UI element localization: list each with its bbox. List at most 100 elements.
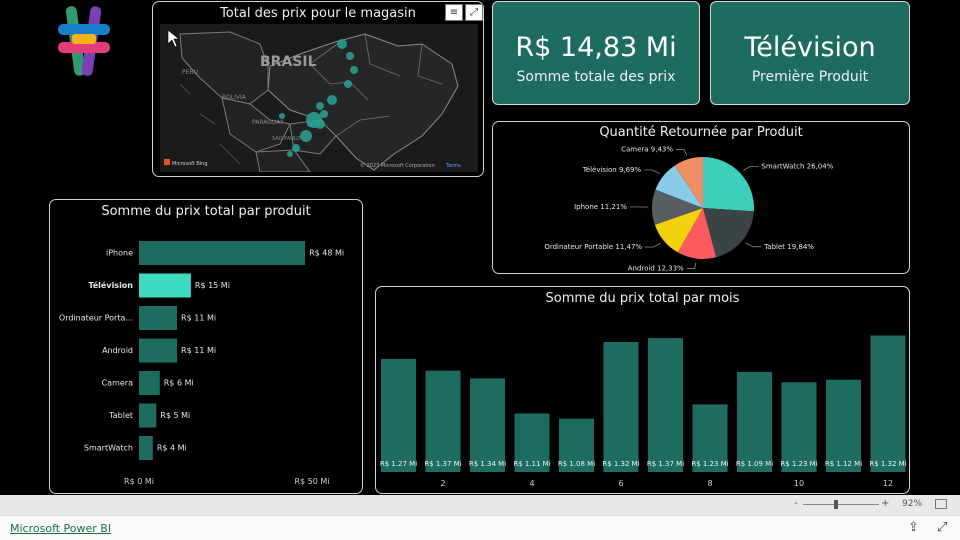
- fit-to-page-icon[interactable]: [935, 499, 947, 509]
- expand-icon[interactable]: ⤢: [465, 4, 483, 21]
- month-tick-2: 2: [440, 479, 445, 488]
- month-bar-value-9: R$ 1.09 Mi: [736, 460, 773, 468]
- pie-leader-0: [742, 165, 759, 171]
- share-icon[interactable]: ⇪: [908, 520, 919, 535]
- pie-label-6: Camera 9,43%: [621, 146, 673, 154]
- product-bar-3[interactable]: [139, 338, 178, 363]
- month-bar-9[interactable]: [737, 371, 772, 472]
- map-area[interactable]: BRASIL PERU BOLIVIA PARAGUAY SAO PAULO M…: [160, 24, 478, 172]
- month-bar-value-5: R$ 1.08 Mi: [558, 460, 595, 468]
- month-bar-panel[interactable]: Somme du prix total par mois R$ 1.27 Mi R…: [375, 286, 910, 494]
- pie-leader-3: [645, 242, 661, 248]
- map-bubble-12[interactable]: [320, 110, 328, 118]
- month-bar-value-1: R$ 1.27 Mi: [380, 460, 417, 468]
- product-bar-6[interactable]: [139, 436, 153, 460]
- month-tick-8: 8: [707, 479, 712, 488]
- month-bar-value-11: R$ 1.12 Mi: [825, 460, 862, 468]
- product-bar-value-0: R$ 48 Mi: [309, 249, 344, 258]
- product-bar-1[interactable]: [139, 273, 191, 298]
- kpi-card-first-product[interactable]: Télévision Première Produit: [710, 1, 910, 105]
- month-bar-2[interactable]: [425, 370, 461, 472]
- month-bar-6[interactable]: [603, 342, 639, 472]
- month-bar-11[interactable]: [826, 379, 861, 472]
- zoom-slider-track[interactable]: [803, 504, 879, 505]
- kpi-first-value: Télévision: [744, 32, 876, 63]
- month-bar-value-12: R$ 1.32 Mi: [869, 460, 906, 468]
- product-bar-value-3: R$ 11 Mi: [181, 346, 216, 355]
- kpi-total-value: R$ 14,83 Mi: [515, 32, 677, 63]
- month-bar-10[interactable]: [781, 382, 817, 472]
- map-bubble-3[interactable]: [344, 80, 352, 88]
- month-bar-value-3: R$ 1.34 Mi: [469, 460, 506, 468]
- product-category-label-3: Android: [102, 346, 133, 355]
- map-bubble-2[interactable]: [350, 66, 358, 74]
- map-bubble-5[interactable]: [316, 102, 324, 110]
- product-category-label-5: Tablet: [108, 411, 133, 420]
- map-label-paraguay: PARAGUAY: [252, 119, 284, 126]
- product-axis-min-label: R$ 0 Mi: [124, 477, 154, 486]
- product-bar-value-4: R$ 6 Mi: [164, 379, 194, 388]
- map-bubble-0[interactable]: [337, 39, 347, 49]
- product-bar-panel[interactable]: Somme du prix total par produit iPhone R$…: [49, 199, 363, 494]
- map-bubble-8[interactable]: [300, 130, 312, 142]
- pie-slice-0[interactable]: [703, 157, 754, 212]
- map-bubble-7[interactable]: [315, 119, 325, 129]
- map-bubble-4[interactable]: [327, 95, 337, 105]
- map-title: Total des prix pour le magasin: [220, 6, 416, 21]
- product-bar-value-6: R$ 4 Mi: [157, 444, 187, 453]
- month-bar-12[interactable]: [870, 335, 906, 473]
- month-tick-10: 10: [794, 479, 804, 488]
- map-attribution: © 2023 Microsoft Corporation: [360, 162, 435, 169]
- pie-leader-2: [686, 262, 697, 269]
- product-bar-2[interactable]: [139, 306, 178, 330]
- kpi-card-total-price[interactable]: R$ 14,83 Mi Somme totale des prix: [492, 1, 700, 105]
- month-bar-3[interactable]: [470, 378, 505, 472]
- kpi-first-label: Première Produit: [751, 69, 869, 85]
- returned-qty-pie-panel[interactable]: Quantité Retournée par Produit SmartWatc…: [492, 121, 910, 274]
- product-category-label-6: SmartWatch: [84, 444, 133, 453]
- product-bar-chart: iPhone R$ 48 Mi Télévision R$ 15 Mi Ordinate…: [59, 241, 344, 486]
- zoom-out-button[interactable]: -: [794, 498, 798, 509]
- status-bar: - + 92%: [0, 495, 960, 515]
- month-bar-1[interactable]: [381, 358, 416, 472]
- pie-label-5: Télévision 9,69%: [582, 166, 642, 174]
- product-bar-0[interactable]: [139, 241, 306, 265]
- map-bubble-1[interactable]: [346, 52, 354, 60]
- filter-icon[interactable]: ≡: [445, 4, 463, 21]
- month-bar-value-6: R$ 1.32 Mi: [602, 460, 639, 468]
- month-bar-value-4: R$ 1.11 Mi: [513, 460, 550, 468]
- month-bar-7[interactable]: [648, 338, 683, 472]
- map-label-peru: PERU: [182, 69, 198, 76]
- zoom-slider-thumb[interactable]: [834, 500, 838, 509]
- map-terms-link: Terms: [445, 163, 461, 169]
- product-category-label-4: Camera: [102, 379, 133, 388]
- product-category-label-1: Télévision: [88, 280, 133, 290]
- month-tick-4: 4: [529, 479, 534, 488]
- pie-leader-6: [676, 149, 688, 156]
- month-bar-chart: R$ 1.27 Mi R$ 1.37 Mi R$ 1.34 Mi R$ 1.11 Mi…: [380, 335, 907, 488]
- product-category-label-2: Ordinateur Porta...: [59, 314, 133, 323]
- map-bing: Microsoft Bing: [172, 161, 208, 167]
- map-label-saopaulo: SAO PAULO: [272, 136, 301, 142]
- fullscreen-icon[interactable]: ⤢: [937, 520, 947, 535]
- pie-label-0: SmartWatch 26,04%: [761, 162, 833, 170]
- pie-chart: SmartWatch 26,04% Tablet 19,84% Android 12…: [544, 146, 833, 273]
- powerbi-link[interactable]: Microsoft Power BI: [10, 522, 111, 535]
- zoom-in-button[interactable]: +: [881, 498, 889, 509]
- month-bar-value-2: R$ 1.37 Mi: [424, 460, 461, 468]
- product-bar-value-5: R$ 5 Mi: [160, 411, 190, 420]
- product-bar-4[interactable]: [139, 371, 160, 395]
- map-bubble-10[interactable]: [287, 151, 293, 157]
- zoom-level: 92%: [902, 499, 923, 509]
- month-tick-12: 12: [883, 479, 893, 488]
- map-canvas: BRASIL PERU BOLIVIA PARAGUAY SAO PAULO M…: [160, 24, 478, 172]
- map-label-bolivia: BOLIVIA: [222, 94, 247, 101]
- kpi-total-label: Somme totale des prix: [516, 69, 676, 85]
- map-bubble-13[interactable]: [307, 121, 313, 127]
- product-bar-5[interactable]: [139, 403, 157, 428]
- map-panel[interactable]: Total des prix pour le magasin ≡ ⤢ BRASI…: [152, 1, 484, 177]
- map-bubble-9[interactable]: [292, 144, 300, 152]
- product-bar-value-2: R$ 11 Mi: [181, 314, 216, 323]
- product-category-label-0: iPhone: [106, 249, 133, 258]
- product-axis-max-label: R$ 50 Mi: [294, 477, 329, 486]
